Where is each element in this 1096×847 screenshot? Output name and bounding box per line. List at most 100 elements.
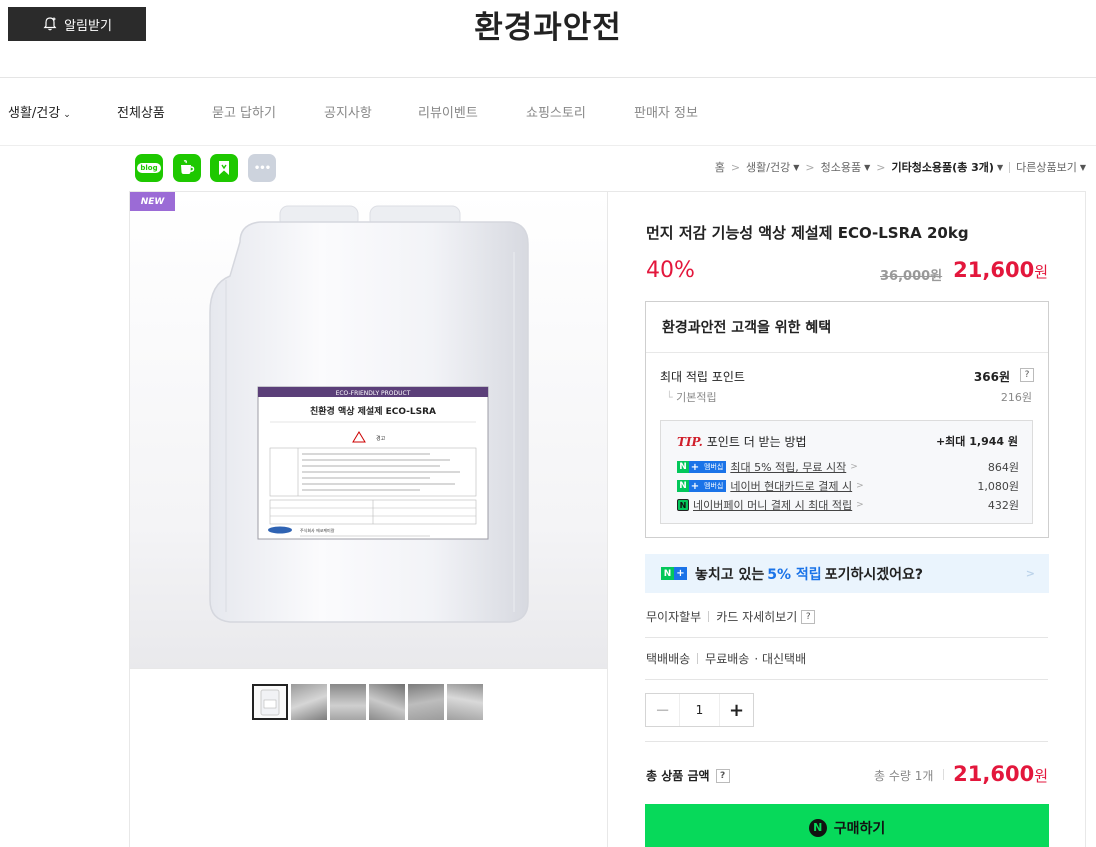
naver-plus-membership-badge: N + 멤버십 bbox=[677, 461, 727, 473]
blog-icon: blog bbox=[137, 163, 161, 173]
nav-category-label: 생활/건강 bbox=[8, 106, 61, 121]
total-help-icon[interactable]: ? bbox=[715, 768, 730, 783]
tip-max-points: +최대 1,944 원 bbox=[935, 435, 1018, 448]
quantity-input[interactable] bbox=[680, 694, 719, 726]
benefit-divider bbox=[646, 352, 1048, 353]
card-help-icon[interactable]: ? bbox=[801, 609, 816, 624]
thumbnail-2[interactable] bbox=[291, 684, 327, 720]
breadcrumb-level3[interactable]: 기타청소용품(총 3개) bbox=[891, 159, 994, 175]
row-divider bbox=[645, 679, 1048, 680]
total-label-text: 총 상품 금액 bbox=[646, 769, 710, 783]
quantity-decrease-button[interactable]: − bbox=[646, 694, 680, 726]
points-help-icon[interactable]: ? bbox=[1020, 368, 1034, 382]
basic-points-value: 216원 bbox=[1000, 391, 1032, 404]
naver-n-icon: N bbox=[661, 567, 674, 580]
label-warning: 경고 bbox=[376, 435, 386, 442]
cafe-cup-icon bbox=[181, 160, 195, 174]
basic-points-text: 기본적립 bbox=[676, 391, 717, 404]
image-divider bbox=[130, 668, 607, 669]
tip-box: TIP. 포인트 더 받는 방법 +최대 1,944 원 N + 멤버십 최대 5% … bbox=[660, 420, 1033, 524]
nav-seller-info[interactable]: 판매자 정보 bbox=[634, 102, 698, 121]
original-price: 36,000원 bbox=[880, 269, 943, 284]
total-divider bbox=[943, 769, 944, 780]
chevron-right-icon: > bbox=[850, 462, 858, 472]
caret-down-icon[interactable]: ▼ bbox=[864, 163, 870, 172]
nav-all-products[interactable]: 전체상품 bbox=[117, 102, 165, 121]
tip-value-naverpay: 432원 bbox=[987, 499, 1019, 512]
thumbnail-5[interactable] bbox=[408, 684, 444, 720]
nav-review-event[interactable]: 리뷰이벤트 bbox=[418, 102, 478, 121]
total-price-currency: 원 bbox=[1034, 767, 1048, 785]
breadcrumb-separator-icon: > bbox=[730, 160, 741, 174]
row-divider bbox=[645, 637, 1048, 638]
tip-row-membership: N + 멤버십 최대 5% 적립, 무료 시작 > 864원 bbox=[677, 459, 1019, 475]
shipping-method: 택배배송 bbox=[646, 652, 691, 666]
quantity-increase-button[interactable]: + bbox=[719, 694, 753, 726]
naver-pay-icon: N bbox=[808, 818, 827, 837]
tip-link-membership[interactable]: 최대 5% 적립, 무료 시작 bbox=[730, 459, 846, 475]
shipping-carrier: · 대신택배 bbox=[754, 652, 807, 666]
share-cafe-button[interactable] bbox=[173, 154, 201, 182]
caret-down-icon[interactable]: ▼ bbox=[997, 163, 1003, 172]
basic-points-label: └ 기본적립 bbox=[666, 389, 717, 405]
shipping-info-row: 택배배송 무료배송 · 대신택배 bbox=[646, 650, 806, 667]
thumbnail-6[interactable] bbox=[447, 684, 483, 720]
chevron-right-icon: > bbox=[856, 481, 864, 491]
tip-link-naverpay[interactable]: 네이버페이 머니 결제 시 최대 적립 bbox=[693, 497, 852, 513]
tip-value-card: 1,080원 bbox=[977, 480, 1019, 493]
plus-icon: + bbox=[689, 480, 701, 492]
sale-price-value: 21,600 bbox=[953, 258, 1035, 282]
promo-text-after: 포기하시겠어요? bbox=[824, 566, 923, 583]
thumbnail-4[interactable] bbox=[369, 684, 405, 720]
discount-rate: 40% bbox=[646, 258, 695, 283]
caret-down-icon[interactable]: ▼ bbox=[1080, 163, 1086, 172]
total-label: 총 상품 금액 ? bbox=[646, 767, 730, 784]
promo-text-before: 놓치고 있는 bbox=[695, 566, 765, 583]
shipping-fee: 무료배송 bbox=[705, 652, 750, 666]
share-bookmark-button[interactable] bbox=[210, 154, 238, 182]
branch-icon: └ bbox=[666, 391, 677, 404]
thumbnail-3[interactable] bbox=[330, 684, 366, 720]
benefit-title: 환경과안전 고객을 위한 혜택 bbox=[662, 320, 832, 336]
label-product-name: 친환경 액상 제설제 ECO-LSRA bbox=[310, 405, 436, 417]
tip-title-text: 포인트 더 받는 방법 bbox=[706, 435, 807, 449]
caret-down-icon[interactable]: ▼ bbox=[793, 163, 799, 172]
nav-divider bbox=[0, 145, 1096, 146]
total-quantity: 총 수량 1개 bbox=[874, 769, 934, 783]
nav-shopping-story[interactable]: 쇼핑스토리 bbox=[526, 102, 586, 121]
header-divider bbox=[0, 77, 1096, 78]
naverpay-icon: N bbox=[677, 499, 689, 511]
store-title[interactable]: 환경과안전 bbox=[0, 2, 1096, 47]
membership-promo-banner[interactable]: N + 놓치고 있는 5% 적립 포기하시겠어요? > bbox=[645, 554, 1049, 593]
row-divider bbox=[645, 741, 1048, 742]
card-detail-link[interactable]: 카드 자세히보기 bbox=[716, 608, 797, 625]
nav-category-dropdown[interactable]: 생활/건강 ⌄ bbox=[8, 102, 71, 121]
breadcrumb-level2[interactable]: 청소용품 bbox=[821, 159, 861, 175]
breadcrumb: 홈 > 생활/건강 ▼ > 청소용품 ▼ > 기타청소용품(총 3개) ▼ 다른상품보… bbox=[715, 159, 1086, 175]
share-more-button[interactable]: ••• bbox=[248, 154, 276, 182]
max-points-value: 366원 bbox=[973, 370, 1010, 384]
total-price: 21,600원 bbox=[953, 762, 1048, 786]
tip-link-card[interactable]: 네이버 현대카드로 결제 시 bbox=[730, 478, 852, 494]
nav-qna[interactable]: 묻고 답하기 bbox=[212, 102, 276, 121]
thumbnail-jerrycan-image bbox=[260, 689, 280, 716]
breadcrumb-other-products[interactable]: 다른상품보기 bbox=[1016, 159, 1077, 175]
breadcrumb-level1[interactable]: 생활/건강 bbox=[746, 159, 790, 175]
product-title: 먼지 저감 기능성 액상 제설제 ECO-LSRA 20kg bbox=[646, 224, 969, 242]
share-blog-button[interactable]: blog bbox=[135, 154, 163, 182]
product-column-divider bbox=[607, 191, 608, 847]
breadcrumb-separator-icon: > bbox=[805, 160, 815, 174]
buy-button[interactable]: N 구매하기 bbox=[645, 804, 1049, 847]
jerrycan-image: ECO-FRIENDLY PRODUCT 친환경 액상 제설제 ECO-LSRA… bbox=[209, 205, 529, 623]
buy-label: 구매하기 bbox=[833, 820, 886, 837]
bookmark-icon bbox=[219, 161, 229, 175]
nav-notice[interactable]: 공지사항 bbox=[324, 102, 372, 121]
payment-divider bbox=[708, 611, 710, 622]
tip-label: TIP. bbox=[677, 435, 703, 449]
tip-row-naverpay: N 네이버페이 머니 결제 시 최대 적립 > 432원 bbox=[677, 497, 1019, 513]
label-company: 주식회사 에코케미칼 bbox=[300, 527, 335, 533]
breadcrumb-home[interactable]: 홈 bbox=[715, 159, 725, 175]
thumbnail-1[interactable] bbox=[252, 684, 288, 720]
product-main-image[interactable]: ECO-FRIENDLY PRODUCT 친환경 액상 제설제 ECO-LSRA… bbox=[130, 192, 607, 668]
payment-info-row: 무이자할부 카드 자세히보기 ? bbox=[646, 608, 816, 625]
